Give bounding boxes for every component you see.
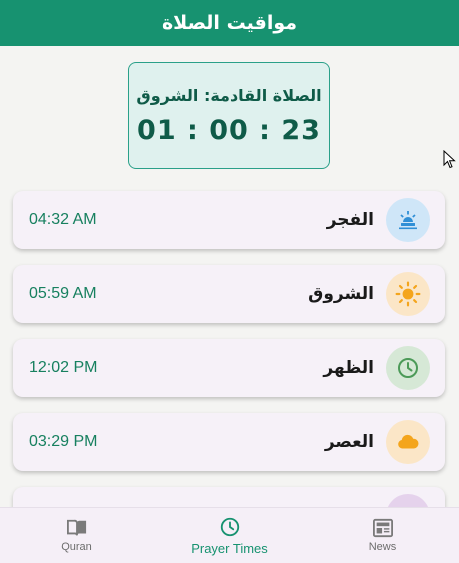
page-title: مواقيت الصلاة bbox=[161, 12, 298, 34]
nav-item-quran[interactable]: Quran bbox=[0, 508, 153, 563]
nav-item-prayer-times[interactable]: Prayer Times bbox=[153, 508, 306, 563]
nav-label: Prayer Times bbox=[191, 540, 268, 556]
prayer-time: 03:29 PM bbox=[29, 433, 98, 450]
newspaper-icon bbox=[372, 518, 393, 538]
prayer-card-asr[interactable]: 03:29 PM العصر bbox=[13, 413, 445, 471]
prayer-time: 12:02 PM bbox=[29, 359, 98, 376]
prayer-name: الشروق bbox=[308, 284, 374, 304]
app-bar: مواقيت الصلاة bbox=[0, 0, 459, 46]
nav-label: Quran bbox=[61, 541, 92, 553]
sun-icon bbox=[386, 272, 430, 316]
next-prayer-card: الصلاة القادمة: الشروق 01 : 00 : 23 bbox=[128, 62, 330, 169]
nav-label: News bbox=[368, 541, 397, 553]
countdown-timer: 01 : 00 : 23 bbox=[137, 114, 321, 146]
prayer-name: الظهر bbox=[323, 358, 374, 378]
sunrise-icon bbox=[386, 198, 430, 242]
prayer-time: 05:59 AM bbox=[29, 285, 97, 302]
prayer-name: الفجر bbox=[326, 210, 374, 230]
nav-item-news[interactable]: News bbox=[306, 508, 459, 563]
clock-icon bbox=[220, 517, 239, 536]
clock-icon bbox=[386, 346, 430, 390]
cloud-icon bbox=[386, 420, 430, 464]
prayer-card-shorouq[interactable]: 05:59 AM الشروق bbox=[13, 265, 445, 323]
prayer-card-dhuhr[interactable]: 12:02 PM الظهر bbox=[13, 339, 445, 397]
bottom-navigation: Quran Prayer Times News bbox=[0, 507, 459, 563]
next-prayer-label: الصلاة القادمة: الشروق bbox=[136, 85, 322, 105]
prayer-time: 04:32 AM bbox=[29, 211, 97, 228]
prayer-name: العصر bbox=[324, 432, 374, 452]
prayer-card-fajr[interactable]: 04:32 AM الفجر bbox=[13, 191, 445, 249]
mouse-cursor-icon bbox=[443, 150, 456, 169]
book-icon bbox=[66, 519, 86, 536]
